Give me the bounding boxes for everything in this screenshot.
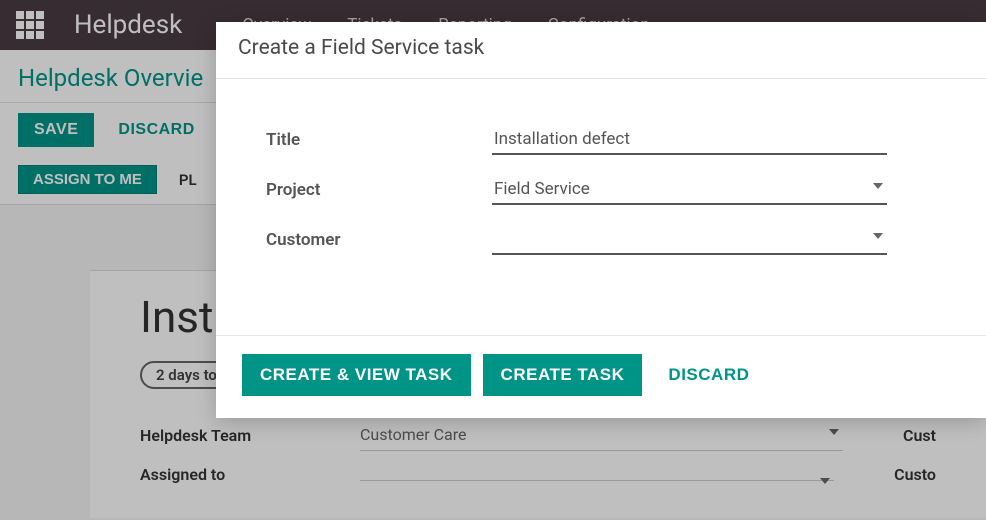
- customer-field[interactable]: [492, 225, 887, 255]
- project-row: Project: [266, 175, 936, 205]
- project-label: Project: [266, 180, 492, 200]
- chevron-down-icon[interactable]: [873, 183, 883, 189]
- modal-footer: CREATE & VIEW TASK CREATE TASK DISCARD: [216, 335, 986, 418]
- title-input[interactable]: [494, 129, 885, 149]
- create-and-view-button[interactable]: CREATE & VIEW TASK: [242, 354, 471, 396]
- create-task-button[interactable]: CREATE TASK: [483, 354, 643, 396]
- title-field[interactable]: [492, 125, 887, 155]
- chevron-down-icon[interactable]: [873, 233, 883, 239]
- modal-body: Title Project Customer: [216, 79, 986, 335]
- customer-row: Customer: [266, 225, 936, 255]
- modal-header: Create a Field Service task: [216, 22, 986, 79]
- project-field[interactable]: [492, 175, 887, 205]
- project-input[interactable]: [494, 179, 885, 199]
- modal-title: Create a Field Service task: [238, 36, 964, 60]
- title-row: Title: [266, 125, 936, 155]
- modal-discard-button[interactable]: DISCARD: [668, 365, 749, 385]
- customer-input[interactable]: [494, 229, 885, 249]
- create-task-modal: Create a Field Service task Title Projec…: [216, 22, 986, 418]
- title-label: Title: [266, 130, 492, 150]
- customer-label: Customer: [266, 230, 492, 250]
